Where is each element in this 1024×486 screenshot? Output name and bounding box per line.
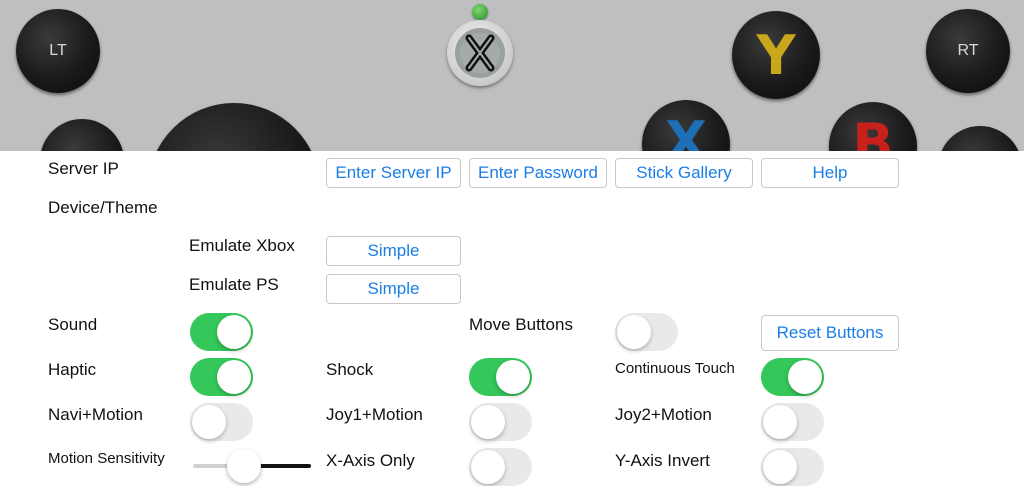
joy1-motion-label: Joy1+Motion: [326, 405, 423, 424]
x-axis-only-toggle[interactable]: [469, 448, 532, 486]
enter-server-ip-button[interactable]: Enter Server IP: [326, 158, 461, 188]
move-buttons-label: Move Buttons: [469, 315, 573, 334]
toggle-knob: [763, 405, 797, 439]
toggle-knob: [217, 315, 251, 349]
shock-label: Shock: [326, 360, 374, 379]
x-axis-only-label: X-Axis Only: [326, 451, 415, 470]
navi-motion-label: Navi+Motion: [48, 405, 143, 424]
left-joystick[interactable]: [148, 103, 320, 151]
rt-button[interactable]: RT: [926, 9, 1010, 93]
continuous-touch-label: Continuous Touch: [615, 360, 735, 377]
emulate-ps-label: Emulate PS: [189, 275, 279, 294]
toggle-knob: [192, 405, 226, 439]
toggle-knob: [471, 405, 505, 439]
b-button[interactable]: B: [829, 102, 917, 151]
y-button[interactable]: Y: [732, 11, 820, 99]
haptic-toggle[interactable]: [190, 358, 253, 396]
toggle-knob: [763, 450, 797, 484]
help-button[interactable]: Help: [761, 158, 899, 188]
x-button[interactable]: X: [642, 100, 730, 151]
joy2-motion-label: Joy2+Motion: [615, 405, 712, 424]
toggle-knob: [217, 360, 251, 394]
controller-area: LT RT Y X B: [0, 0, 1024, 151]
rt-label: RT: [957, 42, 979, 59]
toggle-knob: [788, 360, 822, 394]
toggle-knob: [471, 450, 505, 484]
haptic-label: Haptic: [48, 360, 97, 379]
navi-motion-toggle[interactable]: [190, 403, 253, 441]
server-ip-label: Server IP: [48, 159, 119, 178]
sound-label: Sound: [48, 315, 98, 334]
settings-panel: Server IP Enter Server IP Enter Password…: [0, 151, 1024, 486]
motion-sensitivity-label: Motion Sensitivity: [48, 450, 165, 467]
status-led-icon: [472, 4, 488, 20]
y-letter: Y: [756, 23, 796, 87]
lb-button[interactable]: [40, 119, 124, 151]
sound-toggle[interactable]: [190, 313, 253, 351]
toggle-knob: [617, 315, 651, 349]
shock-toggle[interactable]: [469, 358, 532, 396]
guide-button[interactable]: [447, 20, 513, 86]
emulate-xbox-select[interactable]: Simple: [326, 236, 461, 266]
enter-password-button[interactable]: Enter Password: [469, 158, 607, 188]
toggle-knob: [496, 360, 530, 394]
emulate-ps-select[interactable]: Simple: [326, 274, 461, 304]
x-letter: X: [665, 109, 707, 152]
stick-gallery-button[interactable]: Stick Gallery: [615, 158, 753, 188]
device-theme-label: Device/Theme: [48, 198, 158, 217]
xbox-logo-icon: [455, 28, 505, 78]
joy1-motion-toggle[interactable]: [469, 403, 532, 441]
y-axis-invert-toggle[interactable]: [761, 448, 824, 486]
motion-sensitivity-slider[interactable]: [193, 448, 311, 486]
continuous-touch-toggle[interactable]: [761, 358, 824, 396]
slider-thumb[interactable]: [226, 449, 261, 483]
lt-button[interactable]: LT: [16, 9, 100, 93]
move-buttons-toggle[interactable]: [615, 313, 678, 351]
lt-label: LT: [49, 42, 67, 59]
joy2-motion-toggle[interactable]: [761, 403, 824, 441]
b-letter: B: [852, 111, 894, 152]
emulate-xbox-label: Emulate Xbox: [189, 236, 295, 255]
reset-buttons-button[interactable]: Reset Buttons: [761, 315, 899, 351]
rb-button[interactable]: [938, 126, 1022, 151]
y-axis-invert-label: Y-Axis Invert: [615, 451, 710, 470]
